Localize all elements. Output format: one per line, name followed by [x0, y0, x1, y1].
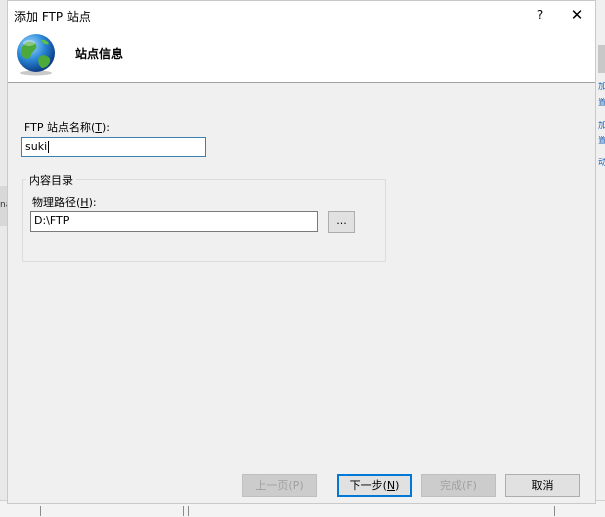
background-divider — [183, 506, 184, 516]
browse-button[interactable]: ... — [328, 211, 355, 233]
background-divider — [554, 506, 555, 516]
help-button[interactable]: ? — [528, 3, 552, 27]
background-link-fragment: 置 — [598, 98, 605, 108]
banner-title: 站点信息 — [75, 47, 124, 61]
site-name-input[interactable]: suki — [21, 137, 206, 157]
wizard-banner: 站点信息 — [8, 29, 595, 83]
physical-path-label: 物理路径(H): — [32, 196, 97, 209]
background-window-right — [596, 0, 605, 516]
dialog-title: 添加 FTP 站点 — [14, 10, 91, 24]
physical-path-input[interactable]: D:\FTP — [30, 211, 318, 232]
background-link-fragment: 动 — [598, 158, 605, 168]
background-divider — [188, 506, 189, 516]
prev-button[interactable]: 上一页(P) — [242, 474, 317, 497]
background-divider — [40, 506, 41, 516]
add-ftp-site-dialog: 添加 FTP 站点 ? ✕ 站点信息 FTP 站点名称(T): suki 内容目… — [7, 0, 596, 504]
next-button[interactable]: 下一步(N) — [337, 474, 412, 497]
title-bar: 添加 FTP 站点 ? ✕ — [8, 1, 595, 29]
background-link-fragment: 置 — [598, 136, 605, 146]
background-text-fragment: na — [0, 200, 7, 210]
background-scrollbar — [598, 45, 605, 73]
background-link-fragment: 加 — [598, 121, 605, 131]
globe-icon — [17, 34, 55, 76]
cancel-button[interactable]: 取消 — [505, 474, 580, 497]
site-name-label: FTP 站点名称(T): — [24, 121, 111, 134]
finish-button[interactable]: 完成(F) — [421, 474, 496, 497]
close-button[interactable]: ✕ — [565, 3, 589, 27]
background-link-fragment: 加 — [598, 82, 605, 92]
text-caret — [48, 141, 50, 153]
content-directory-title: 内容目录 — [26, 172, 76, 188]
